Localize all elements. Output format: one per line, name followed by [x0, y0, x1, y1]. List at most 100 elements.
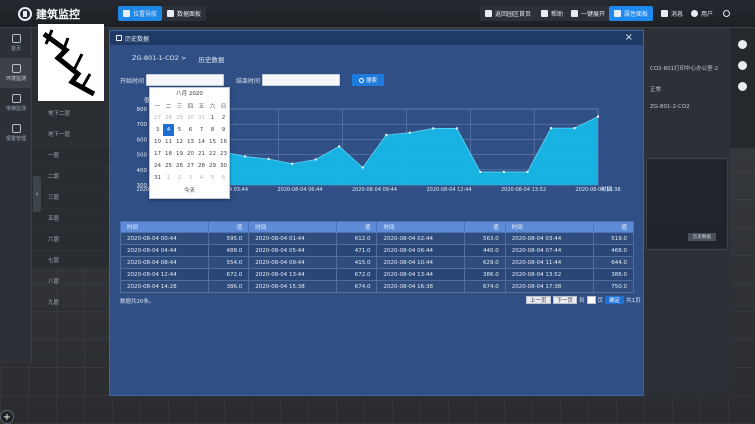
position-nav-button[interactable]: 位置导航: [118, 6, 163, 21]
floor-item[interactable]: 三层: [32, 188, 109, 209]
date-cell[interactable]: 2: [174, 172, 185, 184]
date-cell[interactable]: 23: [218, 148, 229, 160]
camera-icon[interactable]: [738, 40, 747, 49]
floor-item[interactable]: 六层: [32, 230, 109, 251]
collapse-panel-button[interactable]: ‹: [33, 176, 41, 212]
date-cell[interactable]: 7: [196, 124, 207, 136]
value-cell: 519.0: [592, 232, 635, 245]
prev-page-button[interactable]: 上一页: [526, 296, 551, 304]
data-panel-button[interactable]: 数据面板: [162, 6, 207, 21]
date-cell[interactable]: 20: [185, 148, 196, 160]
power-icon: [723, 10, 730, 17]
pin-icon[interactable]: [738, 61, 747, 70]
date-cell[interactable]: 6: [185, 124, 196, 136]
floor-item[interactable]: 二层: [32, 167, 109, 188]
floor-item[interactable]: 一层: [32, 146, 109, 167]
date-cell[interactable]: 6: [218, 172, 229, 184]
date-cell[interactable]: 2: [218, 112, 229, 124]
date-cell[interactable]: 28: [163, 112, 174, 124]
date-cell[interactable]: 9: [218, 124, 229, 136]
date-picker[interactable]: 八月 2020 一二三四五六日 27 28 29 30 31 1 2 3 4 5 6 7 8 9 10 11 12…: [149, 87, 230, 199]
date-cell[interactable]: 29: [207, 160, 218, 172]
date-cell[interactable]: 16: [218, 136, 229, 148]
date-cell[interactable]: 10: [152, 136, 163, 148]
value-cell: 595.0: [207, 232, 250, 245]
date-cell[interactable]: 31: [152, 172, 163, 184]
time-column-header: 时间: [248, 221, 338, 233]
settings-icon[interactable]: [738, 82, 747, 91]
date-cell[interactable]: 3: [152, 124, 163, 136]
date-cell[interactable]: 5: [174, 124, 185, 136]
goto-label: 到: [579, 298, 585, 304]
date-cell[interactable]: 29: [174, 112, 185, 124]
date-cell[interactable]: 18: [163, 148, 174, 160]
today-button[interactable]: 今天: [150, 186, 229, 194]
time-cell: 2020-08-04 14:28: [120, 280, 209, 293]
table-row: 2020-08-04 04:44 488.0 2020-08-04 05:44 471…: [120, 244, 635, 257]
floor-item[interactable]: 九层: [32, 293, 109, 314]
date-cell[interactable]: 24: [152, 160, 163, 172]
data-point: [243, 155, 247, 158]
value-cell: 674.0: [336, 280, 378, 293]
date-cell[interactable]: 21: [196, 148, 207, 160]
date-cell[interactable]: 22: [207, 148, 218, 160]
date-cell[interactable]: 4: [196, 172, 207, 184]
date-cell[interactable]: 14: [196, 136, 207, 148]
floor-item[interactable]: 地下二层: [32, 104, 109, 125]
map-icon: [123, 10, 130, 17]
date-cell[interactable]: 27: [185, 160, 196, 172]
sidebar-item-home[interactable]: 首页: [0, 28, 32, 58]
message-button[interactable]: 消息: [656, 6, 688, 21]
date-cell[interactable]: 11: [163, 136, 174, 148]
date-cell[interactable]: 25: [163, 160, 174, 172]
date-cell[interactable]: 3: [185, 172, 196, 184]
date-cell[interactable]: 31: [196, 112, 207, 124]
value-cell: 612.0: [336, 232, 378, 245]
date-cell[interactable]: 5: [207, 172, 218, 184]
sidebar-item-alarm[interactable]: 报警管理: [0, 118, 32, 148]
add-button[interactable]: +: [0, 410, 14, 424]
y-tick-label: 800: [137, 107, 148, 113]
date-cell[interactable]: 28: [196, 160, 207, 172]
page-number-input[interactable]: [586, 296, 596, 304]
back-home-button[interactable]: 返回园区首页: [480, 6, 537, 21]
date-cell[interactable]: 1: [207, 112, 218, 124]
confirm-page-button[interactable]: 确定: [605, 296, 625, 304]
time-cell: 2020-08-04 12:44: [120, 268, 209, 281]
right-toolbar: [730, 28, 755, 148]
value-cell: 386.0: [207, 280, 250, 293]
time-cell: 2020-08-04 02:44: [376, 232, 466, 245]
floor-item[interactable]: 地下一层: [32, 125, 109, 146]
attribute-panel-button[interactable]: 属性面板: [609, 6, 654, 21]
date-cell[interactable]: 12: [174, 136, 185, 148]
expand-all-button[interactable]: 一键展开: [566, 6, 611, 21]
user-button[interactable]: 用户: [686, 6, 718, 21]
time-cell: 2020-08-04 07:44: [504, 244, 594, 257]
date-cell[interactable]: 13: [185, 136, 196, 148]
next-page-button[interactable]: 下一页: [552, 296, 578, 304]
power-button[interactable]: [718, 6, 735, 21]
message-label: 消息: [671, 11, 684, 18]
date-cell[interactable]: 19: [174, 148, 185, 160]
floor-item[interactable]: 五层: [32, 209, 109, 230]
date-cell[interactable]: 27: [152, 112, 163, 124]
date-cell[interactable]: 30: [185, 112, 196, 124]
date-cell[interactable]: 1: [163, 172, 174, 184]
date-cell[interactable]: 8: [207, 124, 218, 136]
date-picker-grid: 一二三四五六日 27 28 29 30 31 1 2 3 4 5 6 7 8 9 10 11 12 13 14 15 16…: [150, 100, 229, 184]
x-axis-label: 时间: [601, 185, 612, 193]
history-data-button[interactable]: 历史数据: [688, 233, 716, 241]
floor-item[interactable]: 八层: [32, 272, 109, 293]
date-cell[interactable]: 26: [174, 160, 185, 172]
date-cell[interactable]: 30: [218, 160, 229, 172]
date-cell[interactable]: 17: [152, 148, 163, 160]
date-cell[interactable]: 4: [163, 124, 174, 136]
floor-item[interactable]: 七层: [32, 251, 109, 272]
sidebar-item-label: 报警管理: [5, 136, 26, 142]
value-cell: 750.0: [592, 280, 635, 293]
x-tick-label: 2020-08-04 06:44: [277, 187, 322, 193]
sidebar-item-elevator[interactable]: 电梯监测: [0, 88, 32, 118]
help-button[interactable]: 帮助: [536, 6, 569, 21]
sidebar-item-environment[interactable]: 环境监测: [0, 58, 32, 88]
date-cell[interactable]: 15: [207, 136, 218, 148]
